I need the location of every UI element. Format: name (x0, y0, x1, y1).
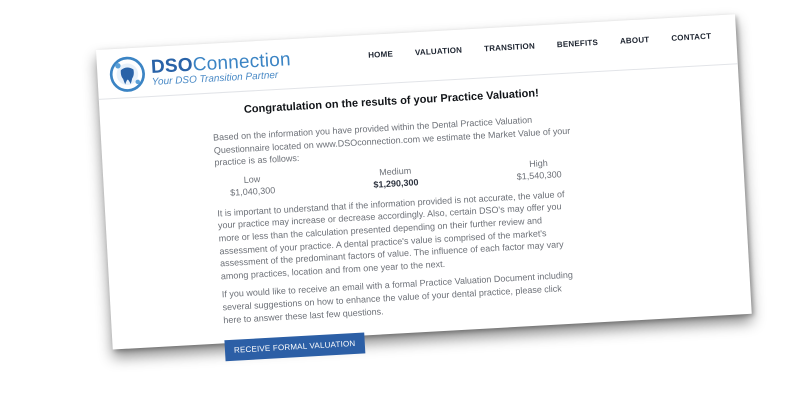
site-header: DSOConnection Your DSO Transition Partne… (96, 14, 738, 98)
estimate-high-value: $1,540,300 (516, 168, 562, 182)
estimate-low: Low $1,040,300 (229, 172, 276, 198)
nav-valuation[interactable]: VALUATION (404, 45, 474, 58)
nav-about[interactable]: ABOUT (609, 34, 661, 46)
valuation-results: Congratulation on the results of your Pr… (211, 86, 585, 362)
nav-benefits[interactable]: BENEFITS (546, 37, 610, 50)
tooth-logo-icon (109, 56, 145, 92)
web-page: DSOConnection Your DSO Transition Partne… (96, 14, 752, 362)
receive-formal-valuation-button[interactable]: RECEIVE FORMAL VALUATION (224, 332, 365, 362)
screenshot-stage: DSOConnection Your DSO Transition Partne… (0, 0, 800, 412)
nav-contact[interactable]: CONTACT (660, 31, 722, 43)
nav-home[interactable]: HOME (357, 49, 404, 61)
estimate-high: High $1,540,300 (516, 156, 562, 182)
disclaimer-paragraph: It is important to understand that if th… (217, 188, 565, 282)
site-logo[interactable]: DSOConnection Your DSO Transition Partne… (108, 47, 292, 93)
estimate-low-value: $1,040,300 (229, 185, 276, 198)
estimate-medium: Medium $1,290,300 (372, 164, 419, 190)
nav-transition[interactable]: TRANSITION (473, 41, 546, 54)
estimate-medium-value: $1,290,300 (373, 176, 419, 190)
main-nav: HOME VALUATION TRANSITION BENEFITS ABOUT… (357, 31, 722, 60)
